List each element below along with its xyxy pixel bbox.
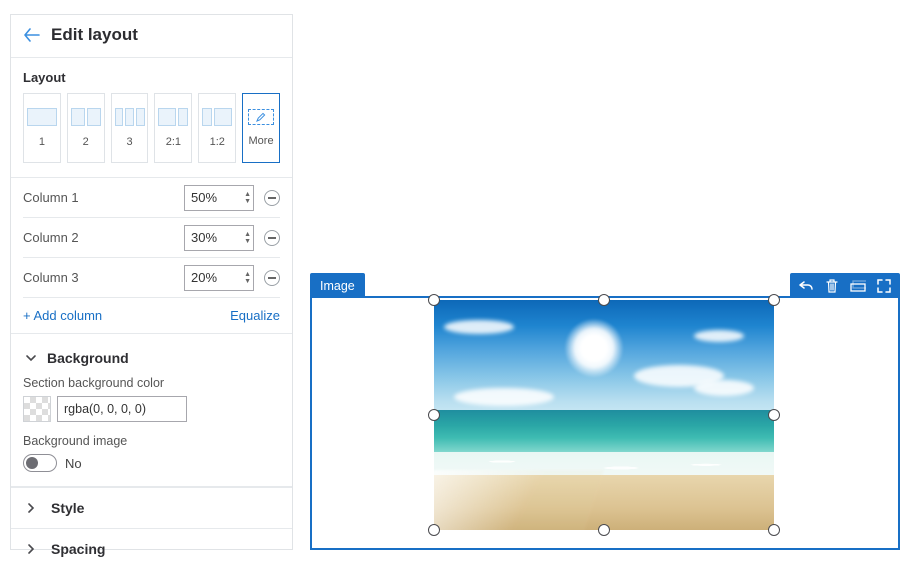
- layout-tile-2-1[interactable]: 2:1: [154, 93, 192, 163]
- bg-image-toggle-text: No: [65, 456, 82, 471]
- spinner-down-icon[interactable]: ▼: [244, 198, 251, 205]
- layout-tile-2[interactable]: 2: [67, 93, 105, 163]
- spinner-up-icon[interactable]: ▲: [244, 271, 251, 278]
- resize-handle-n[interactable]: [598, 294, 610, 306]
- layout-tile-label: More: [249, 135, 274, 147]
- bg-image-toggle[interactable]: [23, 454, 57, 472]
- block-type-label: Image: [320, 279, 355, 293]
- column-label: Column 3: [23, 270, 184, 285]
- spinner-down-icon[interactable]: ▼: [244, 238, 251, 245]
- layout-tile-label: 1:2: [210, 136, 225, 148]
- resize-handle-w[interactable]: [428, 409, 440, 421]
- resize-handle-s[interactable]: [598, 524, 610, 536]
- resize-handle-ne[interactable]: [768, 294, 780, 306]
- column-width-input-3[interactable]: 20% ▲▼: [184, 265, 254, 291]
- bg-image-label: Background image: [23, 434, 280, 448]
- background-group: Background Section background color rgba…: [11, 334, 292, 487]
- column-width-input-2[interactable]: 30% ▲▼: [184, 225, 254, 251]
- resize-handle-se[interactable]: [768, 524, 780, 536]
- column-width-value: 30%: [185, 230, 223, 245]
- layout-tile-1[interactable]: 1: [23, 93, 61, 163]
- layout-tile-label: 3: [127, 136, 133, 148]
- background-header-label: Background: [47, 350, 129, 366]
- edit-layout-panel: Edit layout Layout 1 2 3 2:1: [10, 14, 293, 550]
- equalize-link[interactable]: Equalize: [230, 308, 280, 323]
- pencil-icon: [248, 109, 274, 125]
- spacing-header-label: Spacing: [51, 541, 105, 557]
- column-row-1: Column 1 50% ▲▼: [23, 178, 280, 218]
- background-group-header[interactable]: Background: [23, 344, 280, 372]
- back-arrow-icon[interactable]: [23, 26, 41, 44]
- remove-column-button[interactable]: [264, 270, 280, 286]
- column-width-value: 50%: [185, 190, 223, 205]
- resize-handle-sw[interactable]: [428, 524, 440, 536]
- chevron-down-icon: [23, 350, 39, 366]
- remove-column-button[interactable]: [264, 230, 280, 246]
- trash-icon[interactable]: [824, 278, 840, 294]
- bg-image-toggle-row: No: [23, 454, 280, 472]
- style-group-header[interactable]: Style: [11, 487, 292, 528]
- column-row-3: Column 3 20% ▲▼: [23, 258, 280, 298]
- layout-tile-3[interactable]: 3: [111, 93, 149, 163]
- layout-group-label: Layout: [23, 70, 280, 85]
- outline-icon[interactable]: [850, 278, 866, 294]
- expand-icon[interactable]: [876, 278, 892, 294]
- layout-tile-1-2[interactable]: 1:2: [198, 93, 236, 163]
- color-swatch[interactable]: [23, 396, 51, 422]
- layout-tile-row: 1 2 3 2:1 1:2: [23, 93, 280, 163]
- add-column-link[interactable]: + Add column: [23, 308, 102, 323]
- column-row-2: Column 2 30% ▲▼: [23, 218, 280, 258]
- layout-group: Layout 1 2 3 2:1: [11, 58, 292, 178]
- image-inner-frame[interactable]: [434, 300, 774, 530]
- resize-handle-nw[interactable]: [428, 294, 440, 306]
- layout-tile-label: 1: [39, 136, 45, 148]
- color-input-value: rgba(0, 0, 0, 0): [64, 402, 146, 416]
- column-label: Column 1: [23, 190, 184, 205]
- spacing-group-header[interactable]: Spacing: [11, 528, 292, 569]
- resize-handle-e[interactable]: [768, 409, 780, 421]
- chevron-right-icon: [23, 541, 39, 557]
- block-type-tag: Image: [310, 273, 365, 298]
- column-width-input-1[interactable]: 50% ▲▼: [184, 185, 254, 211]
- panel-title: Edit layout: [51, 25, 138, 45]
- remove-column-button[interactable]: [264, 190, 280, 206]
- panel-header: Edit layout: [11, 15, 292, 58]
- layout-tile-more[interactable]: More: [242, 93, 280, 163]
- block-toolbar: [790, 273, 900, 298]
- bg-color-row: rgba(0, 0, 0, 0): [23, 396, 280, 422]
- color-input[interactable]: rgba(0, 0, 0, 0): [57, 396, 187, 422]
- columns-group: Column 1 50% ▲▼ Column 2 30% ▲▼ Column 3…: [11, 178, 292, 334]
- image-preview: [434, 300, 774, 530]
- style-header-label: Style: [51, 500, 84, 516]
- undo-icon[interactable]: [798, 278, 814, 294]
- column-actions: + Add column Equalize: [23, 298, 280, 323]
- bg-color-label: Section background color: [23, 376, 280, 390]
- image-block[interactable]: Image: [310, 296, 900, 550]
- spinner-up-icon[interactable]: ▲: [244, 191, 251, 198]
- column-width-value: 20%: [185, 270, 223, 285]
- layout-tile-label: 2:1: [166, 136, 181, 148]
- spinner-up-icon[interactable]: ▲: [244, 231, 251, 238]
- spinner-down-icon[interactable]: ▼: [244, 278, 251, 285]
- layout-tile-label: 2: [83, 136, 89, 148]
- chevron-right-icon: [23, 500, 39, 516]
- column-label: Column 2: [23, 230, 184, 245]
